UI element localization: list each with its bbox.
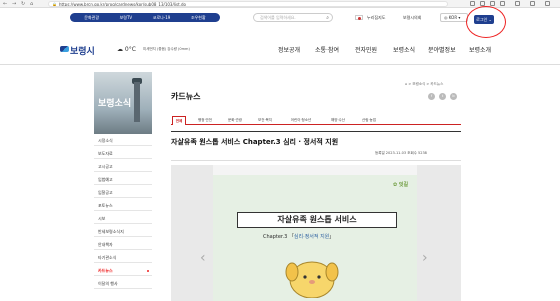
search-placeholder: 검색어를 입력하세요. <box>260 15 296 20</box>
collections-icon[interactable] <box>490 1 495 6</box>
sidebar-title: 보령소식 <box>98 99 132 109</box>
sitemap-link[interactable]: 누리집지도 <box>367 15 385 21</box>
sidebar-item-press[interactable]: 보도자료 <box>94 148 152 159</box>
next-arrow-icon[interactable]: › <box>422 250 428 266</box>
tab-health-welfare[interactable]: 보건·복지 <box>252 116 278 125</box>
next-card-preview <box>417 165 461 301</box>
language-value: KOR <box>448 15 458 20</box>
address-bar-text: https://www.brcn.go.kr/prog/cardnews/kor… <box>59 2 186 7</box>
tab-admin-safety[interactable]: 행정·안전 <box>192 116 218 125</box>
sidebar-item-cardnews[interactable]: 카드뉴스 <box>94 265 152 276</box>
sidebar-item-other-agencies[interactable]: 타기관소식 <box>94 252 152 263</box>
extensions-icon[interactable] <box>470 1 475 6</box>
tab-forest-agri[interactable]: 산림·농업 <box>356 116 382 125</box>
facebook-icon[interactable]: f <box>428 93 435 100</box>
sidebar-item-bids[interactable]: 입찰공고 <box>94 187 152 198</box>
sidebar-item-bulletin[interactable]: 시보 <box>94 213 152 224</box>
logo-text: 보령시 <box>70 47 95 57</box>
logo-wave-icon <box>60 46 69 52</box>
quicklink-status[interactable]: 조우현황 <box>191 15 206 21</box>
browser-menu-icon[interactable] <box>545 1 550 6</box>
mascot-illustration <box>285 261 339 298</box>
prev-arrow-icon[interactable]: ‹ <box>200 250 206 266</box>
red-circle-annotation <box>466 6 506 38</box>
breadcrumb[interactable]: ⌂ > 보령소식 > 카드뉴스 <box>405 82 443 87</box>
sidebar-item-booklet[interactable]: 안내책자 <box>94 239 152 250</box>
weather-widget: ☁ 0°C <box>117 46 136 53</box>
council-link[interactable]: 보령시의회 <box>403 15 421 21</box>
sidebar-toggle-icon[interactable] <box>530 1 535 6</box>
meta-divider <box>171 160 461 161</box>
tab-culture-tour[interactable]: 문화·관광 <box>222 116 248 125</box>
gnb-item-info[interactable]: 정보공개 <box>278 45 300 54</box>
post-divider <box>171 131 461 132</box>
language-select[interactable]: ◎ KOR ▾ <box>440 13 468 22</box>
lock-icon: 🔒 <box>52 2 57 7</box>
post-title: 자살유족 원스톱 서비스 Chapter.3 심리 · 정서적 지원 <box>171 138 339 146</box>
card-brand-mark: ✿ 잇길 <box>393 182 409 188</box>
prev-card-preview <box>171 165 213 301</box>
chevron-down-icon: ▾ <box>458 15 461 20</box>
card-subtitle-highlight: 심리·정서적 지원 <box>293 234 330 240</box>
sidebar-item-monthly-events[interactable]: 이달의 행사 <box>94 278 152 289</box>
quicklink-tour[interactable]: 문화관광 <box>84 15 99 21</box>
blog-icon[interactable]: b <box>450 93 457 100</box>
profile-icon[interactable] <box>500 1 505 6</box>
site-logo[interactable]: 보령시 <box>60 44 95 57</box>
gnb-item-news[interactable]: 보령소식 <box>393 45 415 54</box>
home-icon[interactable]: ⌂ <box>30 1 33 7</box>
gnb-item-participation[interactable]: 소통·참여 <box>315 45 339 54</box>
tab-all[interactable]: 전체 <box>172 116 186 125</box>
gnb-item-civil[interactable]: 전자민원 <box>355 45 377 54</box>
card-title: 자살유족 원스톱 서비스 <box>237 212 397 228</box>
sidebar-item-newsletter[interactable]: 반세보령소식지 <box>94 226 152 237</box>
tab-marine[interactable]: 해양·수산 <box>325 116 351 125</box>
lighthouse-image <box>134 82 140 122</box>
weather-temp: 0°C <box>124 46 136 53</box>
search-icon[interactable]: ⌕ <box>326 14 329 22</box>
sidebar-item-photo[interactable]: 포토뉴스 <box>94 200 152 211</box>
korea-flag-icon <box>355 15 363 20</box>
sidebar-item-notices[interactable]: 고시공고 <box>94 161 152 172</box>
card-subtitle: Chapter.3 「심리·정서적 지원」 <box>263 233 334 240</box>
forward-icon[interactable]: → <box>12 1 16 7</box>
post-meta: 등록일 2023-11-03 조회수 5238 <box>375 151 427 155</box>
sidebar-item-city-news[interactable]: 시정소식 <box>94 135 152 146</box>
page-title: 카드뉴스 <box>171 92 201 101</box>
card-subtitle-prefix: Chapter.3 「 <box>263 234 294 240</box>
back-icon[interactable]: ← <box>3 1 7 7</box>
quicklink-covid[interactable]: 코로나-19 <box>153 15 171 21</box>
globe-icon: ◎ <box>444 15 448 20</box>
search-input[interactable]: 검색어를 입력하세요. ⌕ <box>253 13 333 22</box>
address-bar[interactable]: 🔒 https://www.brcn.go.kr/prog/cardnews/k… <box>48 1 448 7</box>
quicklinks-bar: 문화관광 보령TV 코로나-19 조우현황 <box>70 13 220 22</box>
gnb-item-about[interactable]: 보령소개 <box>469 45 491 54</box>
tab-youth[interactable]: 어린이·청소년 <box>283 116 319 125</box>
card-subtitle-suffix: 」 <box>329 234 335 240</box>
gnb-item-fields[interactable]: 분야별정보 <box>428 45 456 54</box>
sidebar-item-legislation[interactable]: 입법예고 <box>94 174 152 185</box>
twitter-icon[interactable]: t <box>439 93 446 100</box>
refresh-icon[interactable]: ↻ <box>21 1 25 7</box>
weather-detail: 미세먼지 (좋음) 강수량 (0mm) <box>143 47 190 51</box>
quicklink-tv[interactable]: 보령TV <box>120 15 133 21</box>
settings-icon[interactable] <box>515 1 520 6</box>
cloud-icon: ☁ <box>117 46 123 53</box>
